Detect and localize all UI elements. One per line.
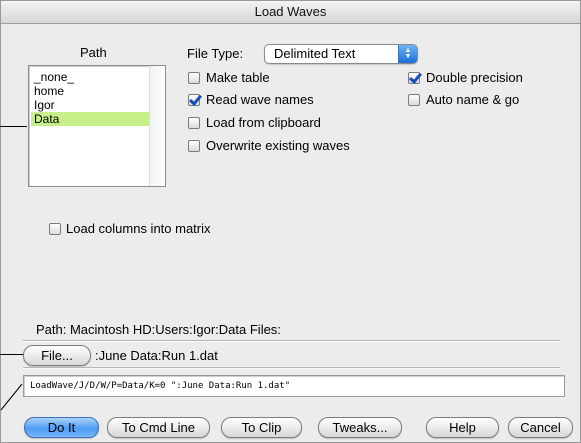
- overwrite-existing-waves-checkbox[interactable]: [188, 140, 200, 152]
- to-clip-button[interactable]: To Clip: [221, 417, 302, 438]
- tweaks-button[interactable]: Tweaks...: [318, 417, 402, 438]
- auto-name-go-checkbox[interactable]: [408, 94, 420, 106]
- path-info-text: Path: Macintosh HD:Users:Igor:Data Files…: [36, 322, 281, 337]
- path-item-none[interactable]: _none_: [31, 70, 152, 84]
- load-waves-dialog: Load Waves Path _none_ home Igor Data Fi…: [0, 0, 581, 443]
- path-item-data[interactable]: Data: [31, 112, 152, 126]
- path-heading: Path: [80, 45, 107, 60]
- separator-bottom: [23, 367, 560, 369]
- path-list-scrollbar[interactable]: [149, 66, 165, 186]
- command-line-field[interactable]: LoadWave/J/D/W/P=Data/K=0 ":June Data:Ru…: [23, 375, 565, 397]
- path-item-igor[interactable]: Igor: [31, 98, 152, 112]
- path-list[interactable]: _none_ home Igor Data: [28, 65, 166, 187]
- window-title: Load Waves: [1, 1, 580, 24]
- do-it-button[interactable]: Do It: [24, 417, 99, 438]
- make-table-checkbox[interactable]: [188, 72, 200, 84]
- help-button[interactable]: Help: [426, 417, 499, 438]
- load-from-clipboard-checkbox[interactable]: [188, 117, 200, 129]
- overwrite-existing-waves-label: Overwrite existing waves: [206, 138, 350, 153]
- callout-line-file-button: [0, 354, 23, 355]
- path-item-home[interactable]: home: [31, 84, 152, 98]
- load-columns-into-matrix-checkbox[interactable]: [49, 223, 61, 235]
- file-type-value: Delimited Text: [274, 46, 356, 61]
- file-type-select[interactable]: Delimited Text ▲ ▼: [264, 44, 418, 64]
- read-wave-names-label: Read wave names: [206, 92, 314, 107]
- cancel-button[interactable]: Cancel: [508, 417, 573, 438]
- make-table-label: Make table: [206, 70, 270, 85]
- double-precision-checkbox[interactable]: [408, 72, 420, 84]
- callout-line-command: [0, 383, 23, 411]
- file-button[interactable]: File...: [23, 345, 91, 366]
- file-name-text: :June Data:Run 1.dat: [95, 348, 218, 363]
- callout-line-path-list: [0, 126, 27, 127]
- auto-name-go-label: Auto name & go: [426, 92, 520, 107]
- double-precision-label: Double precision: [426, 70, 523, 85]
- load-from-clipboard-label: Load from clipboard: [206, 115, 321, 130]
- to-cmd-line-button[interactable]: To Cmd Line: [107, 417, 210, 438]
- file-type-label: File Type:: [187, 46, 244, 61]
- read-wave-names-checkbox[interactable]: [188, 94, 200, 106]
- load-columns-into-matrix-label: Load columns into matrix: [66, 221, 211, 236]
- separator-top: [23, 340, 560, 342]
- updown-arrows-icon: ▲ ▼: [398, 45, 417, 63]
